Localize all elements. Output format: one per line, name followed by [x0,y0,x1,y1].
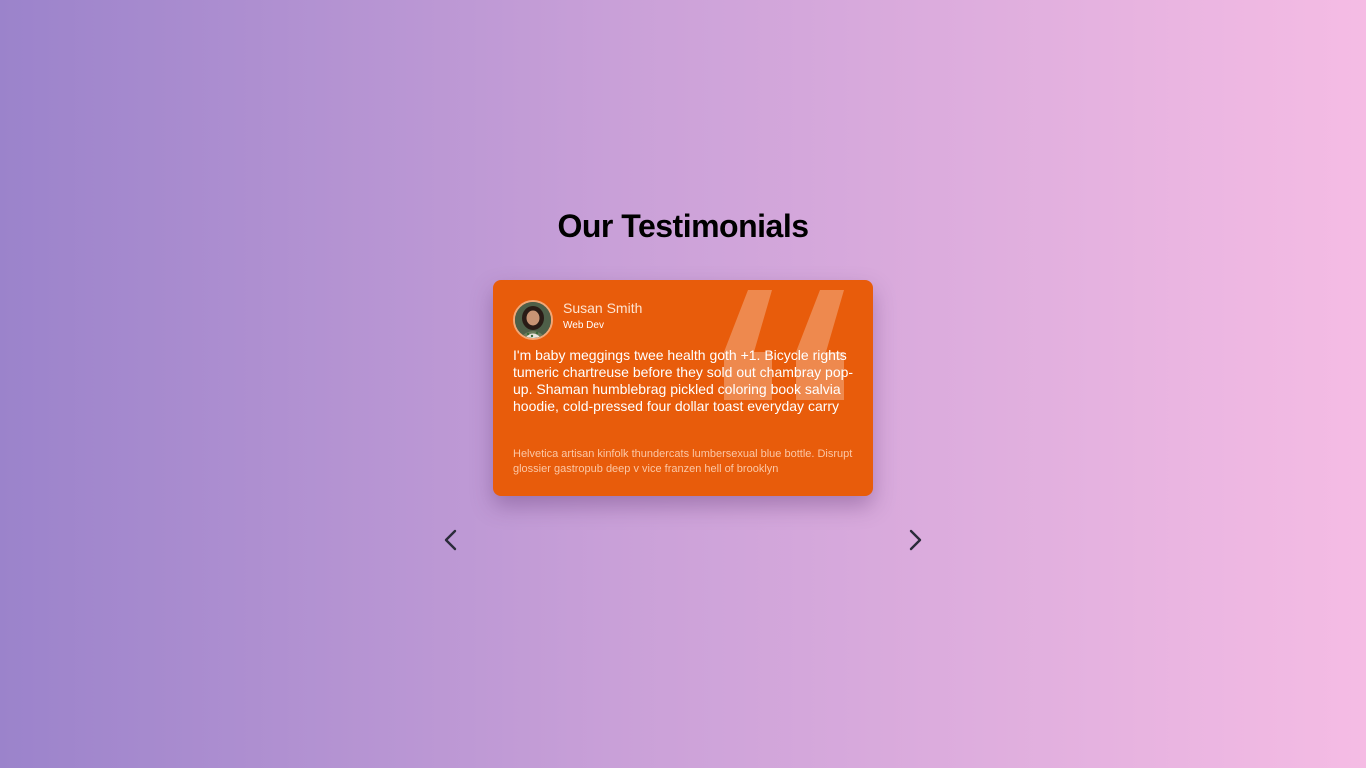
next-button[interactable] [901,526,929,554]
page-title: Our Testimonials [557,208,809,244]
chevron-right-icon [909,529,922,551]
avatar [513,300,553,340]
author-role: Web Dev [563,320,604,331]
chevron-left-icon [444,529,457,551]
avatar-image [515,302,551,338]
author-name: Susan Smith [563,300,643,316]
quote-icon [724,290,844,400]
prev-button[interactable] [437,526,465,554]
testimonial-subtext: Helvetica artisan kinfolk thundercats lu… [513,448,853,475]
